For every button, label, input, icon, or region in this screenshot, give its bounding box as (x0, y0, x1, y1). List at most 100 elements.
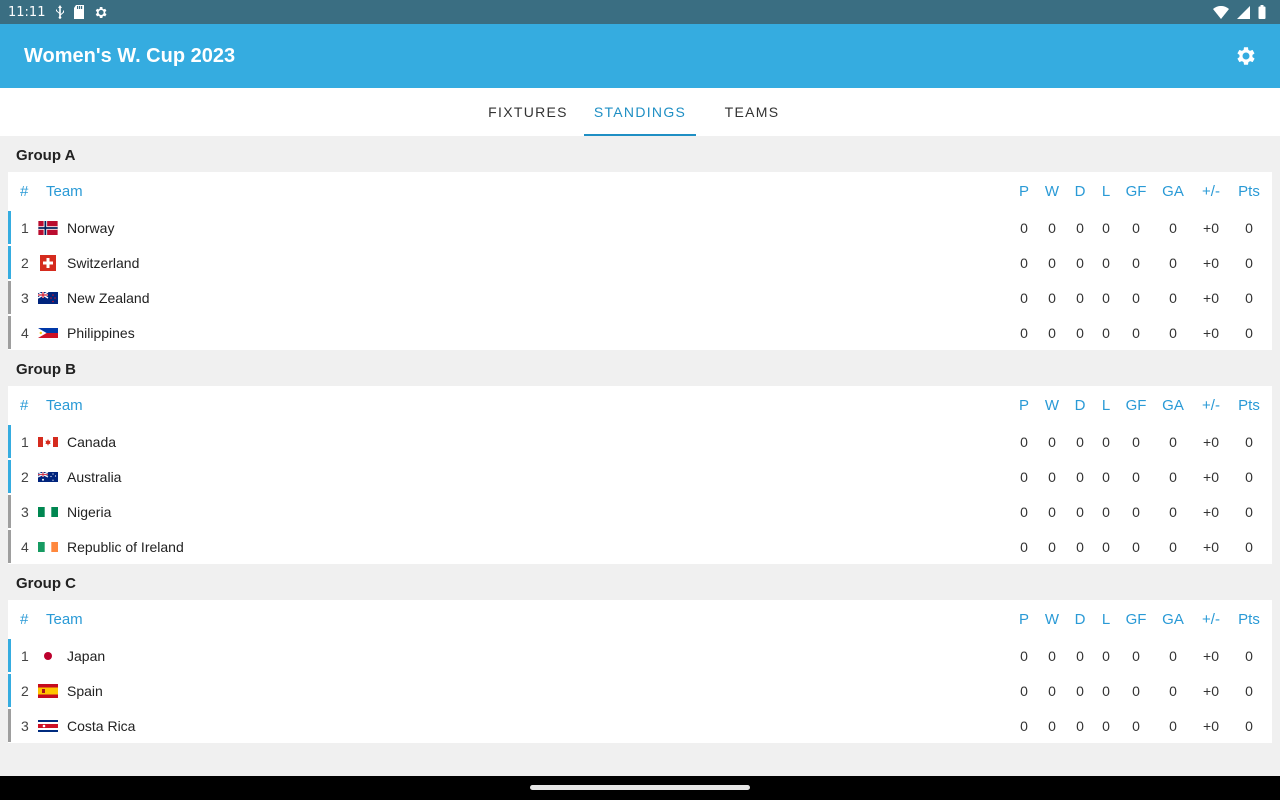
stat-gf: 0 (1132, 219, 1140, 236)
table-row[interactable]: 1 Norway 0 0 0 0 0 0 +0 0 (8, 210, 1272, 245)
header-w: W (1044, 396, 1060, 414)
home-gesture-handle[interactable] (530, 785, 750, 790)
stat-w: 0 (1048, 717, 1056, 734)
norway-flag-icon (38, 220, 58, 235)
stat-gf: 0 (1132, 647, 1140, 664)
stat-pm: +0 (1203, 647, 1219, 664)
stat-d: 0 (1076, 433, 1084, 450)
group-title: Group B (16, 361, 76, 378)
stat-pts: 0 (1245, 717, 1253, 734)
stat-d: 0 (1076, 468, 1084, 485)
stat-p: 0 (1020, 433, 1028, 450)
header-pm: +/- (1202, 610, 1220, 628)
stat-d: 0 (1076, 538, 1084, 555)
battery-icon (1258, 5, 1266, 19)
team-name: Costa Rica (67, 717, 136, 734)
header-p: P (1018, 182, 1029, 200)
stat-pm: +0 (1203, 433, 1219, 450)
stat-ga: 0 (1169, 647, 1177, 664)
header-rank: # (20, 396, 29, 414)
stat-ga: 0 (1169, 219, 1177, 236)
team-rank: 3 (21, 289, 29, 306)
header-team: Team (46, 396, 83, 414)
team-name: Nigeria (67, 503, 112, 520)
signal-icon (1237, 5, 1250, 19)
stat-gf: 0 (1132, 289, 1140, 306)
header-pts: Pts (1238, 610, 1260, 628)
stat-p: 0 (1020, 503, 1028, 520)
stat-pm: +0 (1203, 289, 1219, 306)
stat-gf: 0 (1132, 538, 1140, 555)
gear-icon[interactable] (1234, 44, 1258, 68)
header-team: Team (46, 610, 83, 628)
table-row[interactable]: 1 Japan 0 0 0 0 0 0 +0 0 (8, 638, 1272, 673)
standings-list[interactable]: Group A # Team P W D L GF GA +/- Pts 1 Norway 0 0 0 0 0 0 +… (0, 136, 1280, 776)
tab-standings[interactable]: STANDINGS (584, 88, 696, 136)
stat-w: 0 (1048, 289, 1056, 306)
table-header: # Team P W D L GF GA +/- Pts (8, 386, 1272, 424)
table-row[interactable]: 1 Canada 0 0 0 0 0 0 +0 0 (8, 424, 1272, 459)
stat-p: 0 (1020, 289, 1028, 306)
header-ga: GA (1162, 396, 1184, 414)
team-rank: 2 (21, 682, 29, 699)
stat-l: 0 (1102, 682, 1110, 699)
header-pm: +/- (1202, 182, 1220, 200)
stat-l: 0 (1102, 324, 1110, 341)
canada-flag-icon (38, 435, 58, 449)
table-row[interactable]: 2 Australia 0 0 0 0 0 0 +0 0 (8, 459, 1272, 494)
header-pts: Pts (1238, 182, 1260, 200)
stat-ga: 0 (1169, 538, 1177, 555)
stat-p: 0 (1020, 717, 1028, 734)
stat-w: 0 (1048, 219, 1056, 236)
stat-p: 0 (1020, 682, 1028, 699)
stat-l: 0 (1102, 433, 1110, 450)
spain-flag-icon (38, 683, 58, 698)
stat-pts: 0 (1245, 324, 1253, 341)
team-rank: 2 (21, 468, 29, 485)
stat-ga: 0 (1169, 289, 1177, 306)
sd-card-icon (73, 5, 85, 19)
stat-d: 0 (1076, 219, 1084, 236)
header-gf: GF (1125, 610, 1147, 628)
stat-w: 0 (1048, 468, 1056, 485)
status-time: 11:11 (8, 4, 46, 20)
header-d: D (1074, 610, 1086, 628)
australia-flag-icon (38, 470, 58, 484)
nigeria-flag-icon (38, 505, 58, 519)
stat-pm: +0 (1203, 682, 1219, 699)
stat-pm: +0 (1203, 503, 1219, 520)
header-pm: +/- (1202, 396, 1220, 414)
team-name: Republic of Ireland (67, 538, 184, 555)
table-row[interactable]: 3 New Zealand 0 0 0 0 0 0 +0 0 (8, 280, 1272, 315)
team-rank: 4 (21, 324, 29, 341)
settings-sync-icon (93, 5, 108, 20)
table-row[interactable]: 4 Philippines 0 0 0 0 0 0 +0 0 (8, 315, 1272, 350)
stat-p: 0 (1020, 538, 1028, 555)
table-header: # Team P W D L GF GA +/- Pts (8, 600, 1272, 638)
qualification-indicator (8, 281, 11, 314)
stat-gf: 0 (1132, 468, 1140, 485)
table-row[interactable]: 3 Costa Rica 0 0 0 0 0 0 +0 0 (8, 708, 1272, 743)
switzerland-flag-icon (38, 254, 58, 271)
stat-l: 0 (1102, 503, 1110, 520)
header-p: P (1018, 610, 1029, 628)
table-row[interactable]: 2 Switzerland 0 0 0 0 0 0 +0 0 (8, 245, 1272, 280)
stat-pts: 0 (1245, 647, 1253, 664)
stat-l: 0 (1102, 254, 1110, 271)
table-row[interactable]: 4 Republic of Ireland 0 0 0 0 0 0 +0 0 (8, 529, 1272, 564)
philippines-flag-icon (38, 326, 58, 340)
tab-teams[interactable]: TEAMS (696, 88, 808, 136)
header-ga: GA (1162, 610, 1184, 628)
group-title: Group A (16, 147, 76, 164)
qualification-indicator (8, 709, 11, 742)
team-name: Philippines (67, 324, 135, 341)
stat-l: 0 (1102, 647, 1110, 664)
tab-fixtures[interactable]: FIXTURES (472, 88, 584, 136)
table-row[interactable]: 3 Nigeria 0 0 0 0 0 0 +0 0 (8, 494, 1272, 529)
stat-pts: 0 (1245, 219, 1253, 236)
stat-ga: 0 (1169, 682, 1177, 699)
stat-l: 0 (1102, 468, 1110, 485)
header-rank: # (20, 182, 29, 200)
table-row[interactable]: 2 Spain 0 0 0 0 0 0 +0 0 (8, 673, 1272, 708)
stat-pts: 0 (1245, 503, 1253, 520)
